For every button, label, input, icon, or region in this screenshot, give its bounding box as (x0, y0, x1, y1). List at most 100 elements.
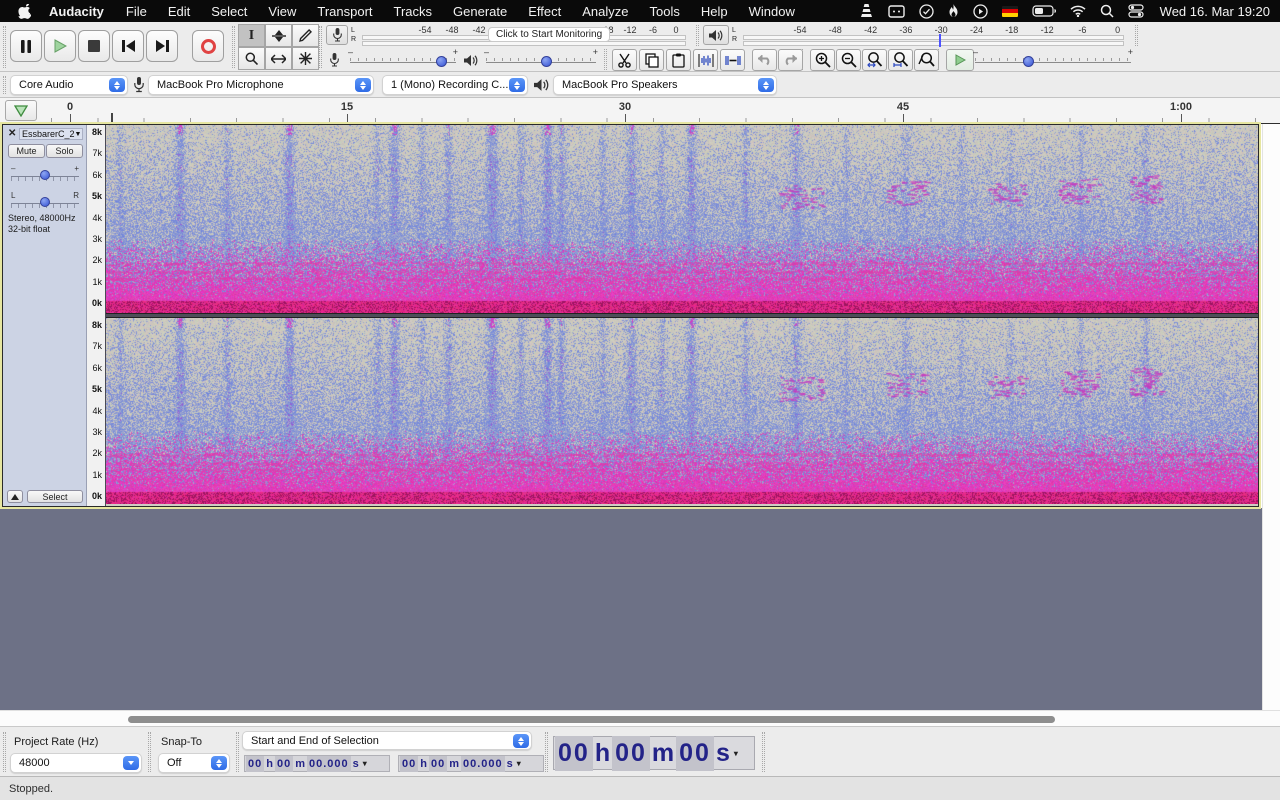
envelope-tool-button[interactable] (265, 24, 292, 47)
toolbar-grip[interactable] (696, 25, 699, 46)
record-button[interactable] (192, 30, 224, 62)
audio-position-display[interactable]: 00h00m00s▾ (553, 736, 755, 770)
menu-app-name[interactable]: Audacity (49, 4, 104, 19)
menu-effect[interactable]: Effect (528, 4, 561, 19)
pan-slider[interactable]: LR (11, 194, 79, 210)
spectrogram-channel-left[interactable] (106, 125, 1258, 313)
time-digit-group[interactable]: 00 (246, 756, 264, 772)
selection-tool-button[interactable]: I (238, 24, 265, 47)
horizontal-scrollbar-thumb[interactable] (128, 716, 1055, 723)
dropdown-arrow-icon[interactable]: ▾ (732, 749, 740, 758)
pinned-play-head-button[interactable] (5, 100, 37, 121)
time-digit-group[interactable]: m (447, 756, 461, 772)
toolbar-grip[interactable] (3, 26, 6, 68)
toolbar-grip[interactable] (545, 732, 548, 772)
apple-menu-icon[interactable] (18, 4, 31, 19)
copy-button[interactable] (639, 49, 664, 71)
speaker-icon[interactable] (703, 25, 729, 45)
vertical-scrollbar[interactable] (1262, 124, 1280, 710)
play-button[interactable] (44, 30, 76, 62)
microphone-icon[interactable] (326, 25, 348, 45)
time-digit-group[interactable]: 00 (400, 756, 418, 772)
toolbar-grip[interactable] (232, 26, 235, 68)
toolbar-grip[interactable] (604, 49, 607, 70)
tracks-empty-area[interactable] (0, 508, 1262, 710)
recording-device-select[interactable]: MacBook Pro Microphone (148, 75, 374, 95)
menu-analyze[interactable]: Analyze (582, 4, 628, 19)
menu-file[interactable]: File (126, 4, 147, 19)
audio-host-select[interactable]: Core Audio (10, 75, 128, 95)
selection-mode-select[interactable]: Start and End of Selection (242, 731, 532, 750)
check-circle-icon[interactable] (919, 4, 934, 19)
toolbar-grip[interactable] (762, 732, 765, 772)
time-digit-group[interactable]: m (650, 736, 676, 771)
solo-button[interactable]: Solo (46, 144, 83, 158)
menu-view[interactable]: View (268, 4, 296, 19)
zoom-selection-button[interactable] (862, 49, 887, 71)
recording-channels-select[interactable]: 1 (Mono) Recording C... (382, 75, 528, 95)
pause-button[interactable] (10, 30, 42, 62)
project-rate-select[interactable]: 48000 (10, 753, 142, 773)
stop-button[interactable] (78, 30, 110, 62)
toolbar-grip[interactable] (1135, 25, 1138, 46)
time-digit-group[interactable]: 00 (429, 756, 447, 772)
snap-to-select[interactable]: Off (158, 753, 230, 773)
control-center-icon[interactable] (1128, 4, 1144, 18)
menu-tracks[interactable]: Tracks (394, 4, 433, 19)
paste-button[interactable] (666, 49, 691, 71)
german-flag-icon[interactable] (1002, 6, 1018, 17)
play-circle-icon[interactable] (973, 4, 988, 19)
multi-tool-button[interactable] (292, 47, 319, 70)
track-name-menu[interactable]: EssbarerC_2▼ (19, 128, 83, 140)
start-monitoring-button[interactable]: Click to Start Monitoring (488, 27, 610, 42)
time-digit-group[interactable]: 00 (275, 756, 293, 772)
time-digit-group[interactable]: 00 (676, 736, 714, 771)
zoom-tool-button[interactable] (238, 47, 265, 70)
recording-volume-slider[interactable]: –+ (350, 53, 456, 67)
selection-start-field[interactable]: 00h00m00.000s▾ (244, 755, 390, 772)
time-digit-group[interactable]: h (418, 756, 429, 772)
menu-select[interactable]: Select (211, 4, 247, 19)
collapse-track-button[interactable] (7, 490, 23, 503)
zoom-out-button[interactable] (836, 49, 861, 71)
screen-share-icon[interactable] (888, 5, 905, 18)
dropdown-arrow-icon[interactable]: ▾ (515, 759, 523, 768)
time-digit-group[interactable]: s (714, 736, 732, 771)
menu-window[interactable]: Window (749, 4, 795, 19)
menu-edit[interactable]: Edit (168, 4, 190, 19)
menu-bar-clock[interactable]: Wed 16. Mar 19:20 (1160, 4, 1270, 19)
skip-to-end-button[interactable] (146, 30, 178, 62)
undo-button[interactable] (752, 49, 777, 71)
time-digit-group[interactable]: m (293, 756, 307, 772)
gain-slider[interactable]: –+ (11, 167, 79, 183)
menu-help[interactable]: Help (701, 4, 728, 19)
timeline-ruler[interactable]: 01530451:00 (42, 98, 1280, 123)
toolbar-grip[interactable] (3, 76, 6, 94)
wifi-icon[interactable] (1070, 5, 1086, 17)
horizontal-scrollbar[interactable] (0, 710, 1280, 726)
mute-button[interactable]: Mute (8, 144, 45, 158)
time-digit-group[interactable]: 00 (555, 736, 593, 771)
gain-thumb[interactable] (40, 170, 50, 180)
time-digit-group[interactable]: h (264, 756, 275, 772)
zoom-fit-button[interactable] (888, 49, 913, 71)
play-at-speed-button[interactable] (946, 49, 974, 71)
play-speed-thumb[interactable] (1023, 56, 1034, 67)
toolbar-grip[interactable] (319, 26, 322, 68)
timeline[interactable]: 01530451:00 (0, 98, 1280, 124)
vlc-cone-icon[interactable] (859, 4, 874, 18)
trim-audio-button[interactable] (693, 49, 718, 71)
playback-device-select[interactable]: MacBook Pro Speakers (553, 75, 777, 95)
recording-volume-thumb[interactable] (436, 56, 447, 67)
search-icon[interactable] (1100, 4, 1114, 18)
time-shift-tool-button[interactable] (265, 47, 292, 70)
playback-volume-slider[interactable]: –+ (486, 53, 596, 67)
time-digit-group[interactable]: 00.000 (461, 756, 505, 772)
pan-thumb[interactable] (40, 197, 50, 207)
time-digit-group[interactable]: s (505, 756, 515, 772)
playback-volume-thumb[interactable] (541, 56, 552, 67)
time-digit-group[interactable]: 00 (612, 736, 650, 771)
track-close-button[interactable]: ✕ (8, 129, 16, 139)
play-speed-slider[interactable]: –+ (975, 53, 1131, 67)
skip-to-start-button[interactable] (112, 30, 144, 62)
